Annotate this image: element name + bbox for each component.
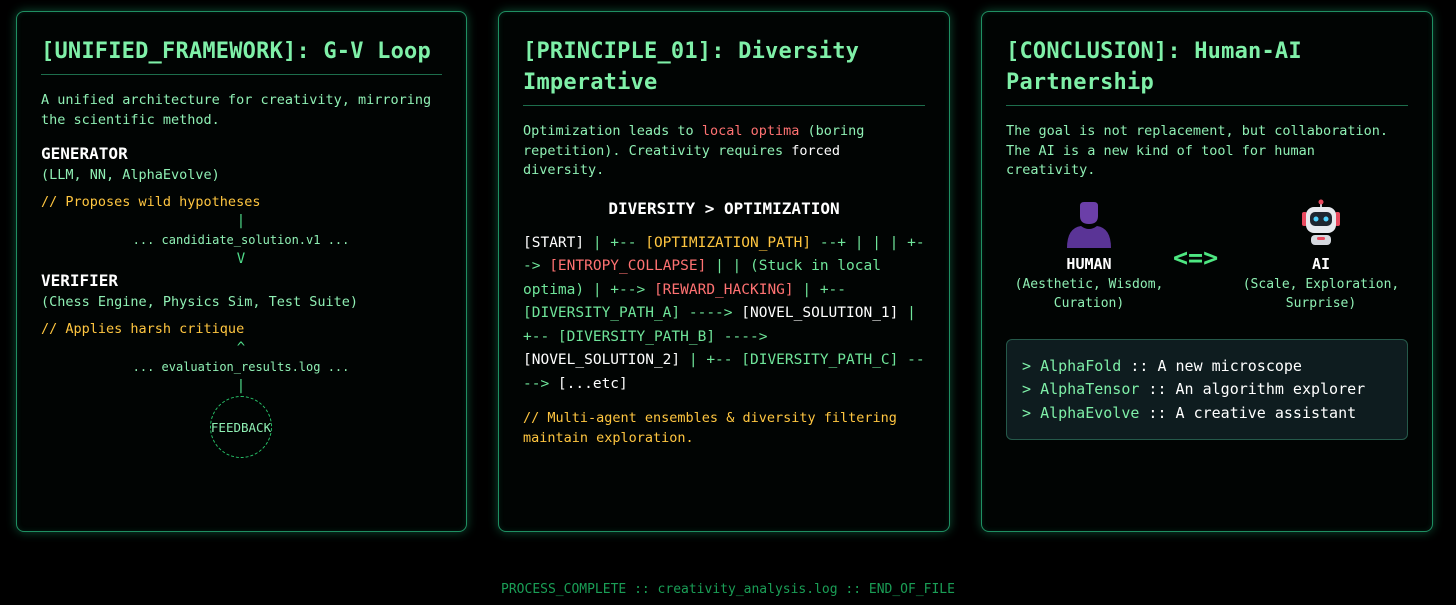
flow-pipe-top: | [236, 213, 246, 229]
examples-box: > AlphaFold :: A new microscope> AlphaTe… [1006, 338, 1408, 440]
ensemble-comment: // Multi-agent ensembles & diversity fil… [523, 410, 897, 446]
ai-block: AI (Scale, Exploration, Surprise) [1236, 199, 1406, 313]
diversity-flow-diagram: [START] | +-- [OPTIMIZATION_PATH] --+ | … [523, 232, 925, 397]
panel-title: [UNIFIED_FRAMEWORK]: G-V Loop [41, 36, 442, 75]
verifier-label: VERIFIER [41, 271, 119, 290]
example-item: > AlphaTensor :: An algorithm explorer [1022, 380, 1366, 398]
bidirectional-arrow-icon: <=> [1173, 242, 1219, 272]
panel-human-ai-partnership: [CONCLUSION]: Human-AI Partnership The g… [981, 11, 1433, 532]
panel-unified-framework: [UNIFIED_FRAMEWORK]: G-V Loop A unified … [16, 11, 467, 532]
example-name: AlphaFold [1040, 356, 1122, 375]
generator-examples: (LLM, NN, AlphaEvolve) [41, 167, 220, 183]
forced-highlight: forced [791, 142, 840, 159]
human-description: (Aesthetic, Wisdom, Curation) [1014, 276, 1164, 311]
generator-comment: // Proposes wild hypotheses [41, 194, 261, 210]
panel-diversity-imperative: [PRINCIPLE_01]: Diversity Imperative Opt… [498, 11, 950, 532]
candidate-solution-line: ... candidiate_solution.v1 ... [132, 233, 350, 247]
panel-title: [CONCLUSION]: Human-AI Partnership [1006, 36, 1408, 106]
flow-segment: [...etc] [557, 375, 628, 392]
flow-segment: [OPTIMIZATION_PATH] [645, 234, 812, 251]
partnership-diagram: HUMAN (Aesthetic, Wisdom, Curation) <=> [1006, 199, 1408, 329]
verifier-comment: // Applies harsh critique [41, 321, 245, 337]
ai-label: AI [1311, 254, 1331, 273]
example-item: > AlphaFold :: A new microscope [1022, 356, 1302, 375]
human-block: HUMAN (Aesthetic, Wisdom, Curation) [1004, 199, 1174, 313]
example-name: AlphaEvolve [1040, 403, 1140, 422]
footer-status: PROCESS_COMPLETE :: creativity_analysis.… [501, 582, 955, 597]
flow-segment: [NOVEL_SOLUTION_2] [523, 352, 681, 368]
robot-icon [1236, 199, 1406, 253]
verifier-examples: (Chess Engine, Physics Sim, Test Suite) [41, 294, 358, 310]
arrow-down-icon: V [236, 251, 246, 267]
flow-pipe-bottom: | [236, 378, 246, 394]
flow-segment: [START] [523, 234, 585, 251]
example-description: A creative assistant [1175, 403, 1357, 422]
flow-segment: | +-- [584, 234, 646, 251]
local-optima-highlight: local optima [701, 123, 800, 139]
human-label: HUMAN [1066, 254, 1112, 273]
feedback-node: FEEDBACK [210, 396, 272, 458]
evaluation-results-line: ... evaluation_results.log ... [132, 360, 350, 374]
ai-description: (Scale, Exploration, Surprise) [1242, 276, 1400, 311]
panel-intro: The goal is not replacement, but collabo… [1006, 123, 1389, 178]
panel-intro: A unified architecture for creativity, m… [41, 92, 432, 128]
example-description: An algorithm explorer [1175, 380, 1366, 398]
flow-segment: [ENTROPY_COLLAPSE] [549, 258, 707, 274]
example-item: > AlphaEvolve :: A creative assistant [1022, 403, 1357, 422]
diversity-headline: DIVERSITY > OPTIMIZATION [608, 198, 840, 218]
arrow-up-icon: ^ [236, 340, 246, 356]
example-name: AlphaTensor [1040, 380, 1140, 398]
panel-intro: Optimization leads to local optima (bori… [523, 123, 865, 178]
person-icon [1004, 199, 1174, 253]
example-description: A new microscope [1157, 356, 1302, 375]
panel-title: [PRINCIPLE_01]: Diversity Imperative [523, 36, 925, 106]
flow-segment: [REWARD_HACKING] [653, 281, 794, 298]
flow-segment: [NOVEL_SOLUTION_1] [741, 305, 899, 321]
generator-label: GENERATOR [41, 144, 128, 163]
